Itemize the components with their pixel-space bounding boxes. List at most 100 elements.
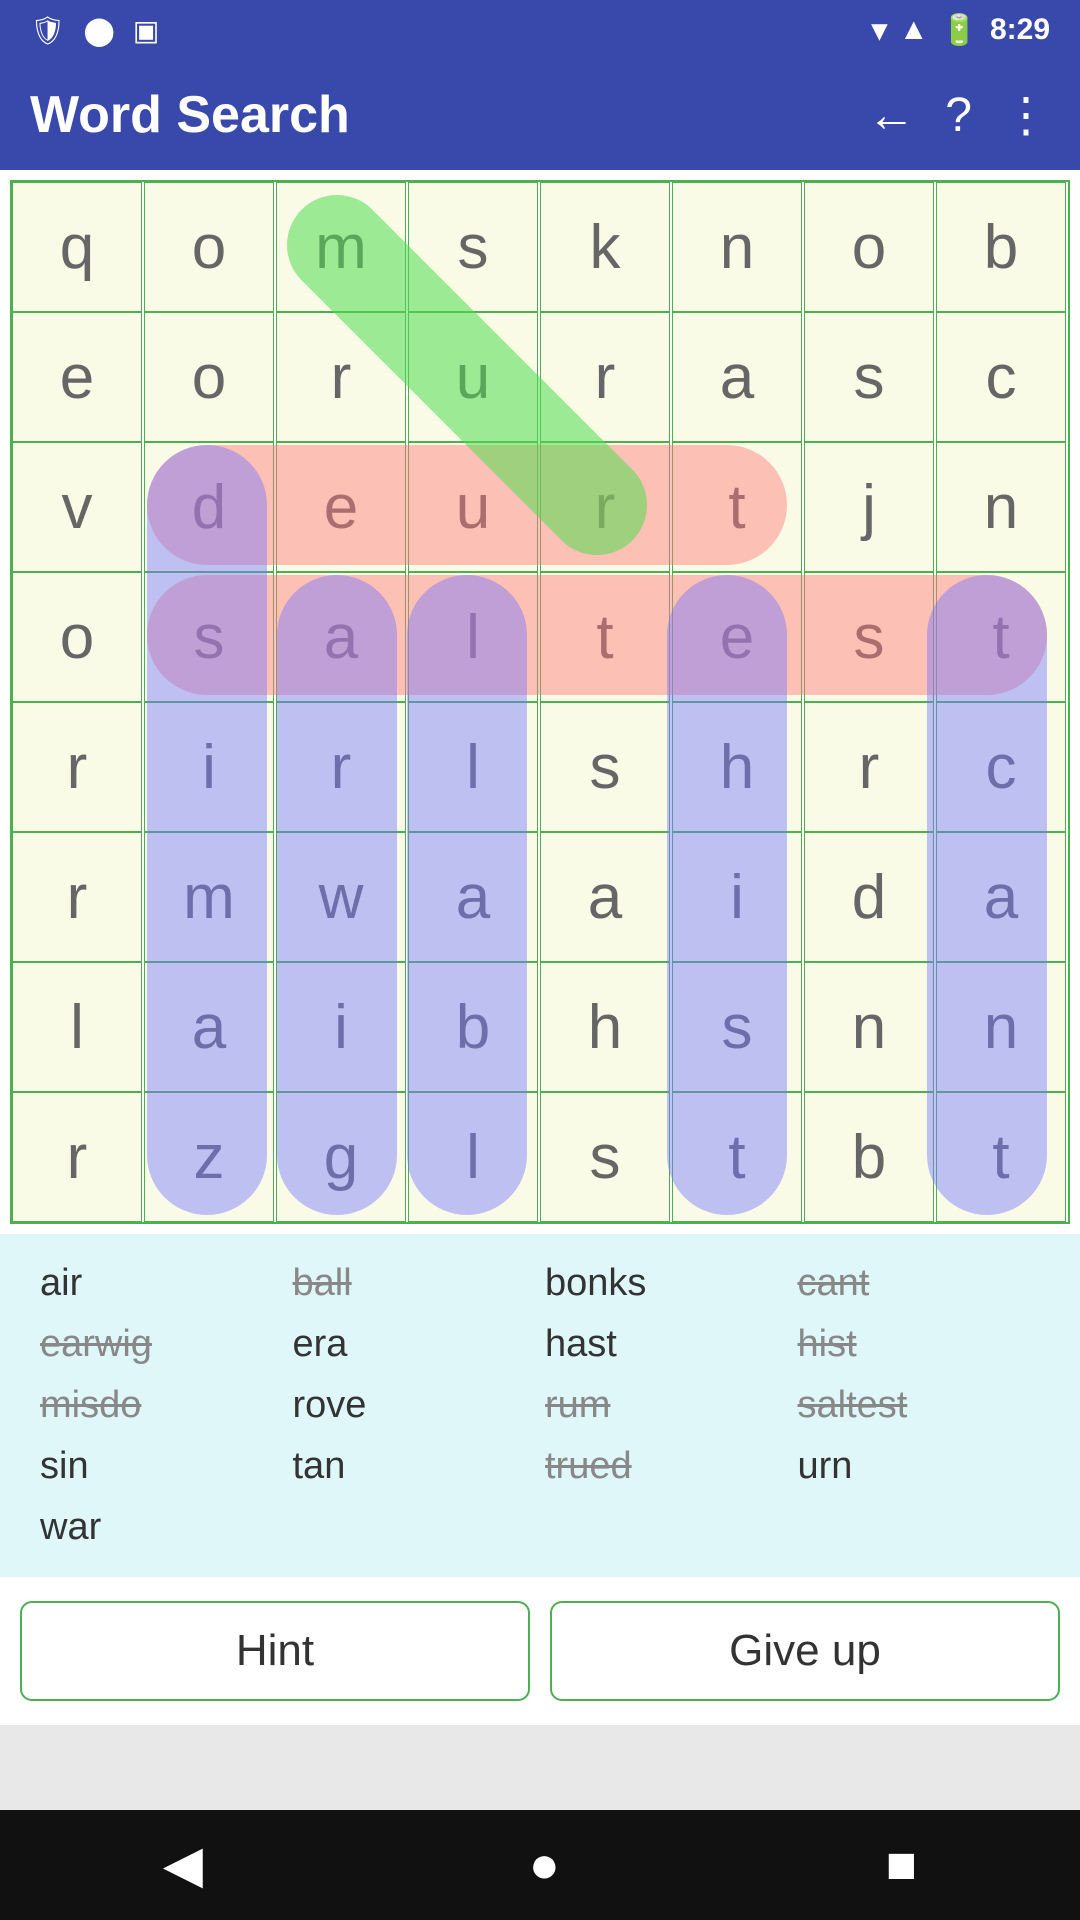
grid-cell[interactable]: l <box>408 1092 538 1222</box>
grid-cell[interactable]: e <box>672 572 802 702</box>
grid-cell[interactable]: w <box>276 832 406 962</box>
grid-cell[interactable]: r <box>804 702 934 832</box>
grid-cell[interactable]: n <box>672 182 802 312</box>
grid-cell[interactable]: a <box>144 962 274 1092</box>
word-item: tan <box>293 1445 536 1488</box>
grid-cell[interactable]: o <box>144 182 274 312</box>
grid-cell[interactable]: r <box>276 312 406 442</box>
grid-cell[interactable]: h <box>540 962 670 1092</box>
grid-cell[interactable]: r <box>12 1092 142 1222</box>
grid-cell[interactable]: n <box>936 442 1066 572</box>
grid-cell[interactable]: s <box>540 1092 670 1222</box>
more-icon[interactable]: ⋮ <box>1002 87 1050 143</box>
grid-cell[interactable]: d <box>804 832 934 962</box>
grid-cell[interactable]: c <box>936 312 1066 442</box>
grid-cell[interactable]: r <box>540 442 670 572</box>
word-list: airballbonkscantearwigerahasthistmisdoro… <box>0 1234 1080 1577</box>
grid-cell[interactable]: a <box>672 312 802 442</box>
grid-cell[interactable]: l <box>12 962 142 1092</box>
grid-cell[interactable]: r <box>12 832 142 962</box>
grid-cell[interactable]: m <box>144 832 274 962</box>
grid-cell[interactable]: r <box>12 702 142 832</box>
grid-cell[interactable]: a <box>408 832 538 962</box>
word-item: hast <box>545 1323 788 1366</box>
word-item: urn <box>798 1445 1041 1488</box>
word-item: era <box>293 1323 536 1366</box>
grid-cell[interactable]: b <box>804 1092 934 1222</box>
back-icon[interactable]: ← <box>867 88 915 143</box>
grid-cell[interactable]: t <box>672 1092 802 1222</box>
grid-cell[interactable]: g <box>276 1092 406 1222</box>
grid-cell[interactable]: d <box>144 442 274 572</box>
word-item: trued <box>545 1445 788 1488</box>
word-item: ball <box>293 1262 536 1305</box>
grid-cell[interactable]: c <box>936 702 1066 832</box>
word-item: air <box>40 1262 283 1305</box>
shield-icon: 🛡 <box>30 14 66 47</box>
word-grid: qomsknobeorurascvdeurtjnosaltestrirlshrc… <box>10 180 1070 1224</box>
grid-cell[interactable]: a <box>936 832 1066 962</box>
grid-cell[interactable]: b <box>936 182 1066 312</box>
grid-cell[interactable]: n <box>936 962 1066 1092</box>
word-item: misdo <box>40 1384 283 1427</box>
buttons-row: Hint Give up <box>0 1577 1080 1725</box>
grid-cell[interactable]: i <box>144 702 274 832</box>
word-item: rum <box>545 1384 788 1427</box>
grid-cell[interactable]: q <box>12 182 142 312</box>
home-nav-icon[interactable]: ● <box>529 1835 560 1895</box>
circle-icon: ⬤ <box>84 14 115 47</box>
grid-cell[interactable]: b <box>408 962 538 1092</box>
nav-bar: ◀ ● ■ <box>0 1810 1080 1920</box>
grid-cell[interactable]: s <box>540 702 670 832</box>
grid-cell[interactable]: k <box>540 182 670 312</box>
grid-cell[interactable]: i <box>276 962 406 1092</box>
grid-cell[interactable]: s <box>804 312 934 442</box>
word-item: earwig <box>40 1323 283 1366</box>
back-nav-icon[interactable]: ◀ <box>163 1835 203 1895</box>
word-item: rove <box>293 1384 536 1427</box>
grid-cell[interactable]: t <box>672 442 802 572</box>
signal-icon: ▲ <box>899 13 929 47</box>
status-right: ▾ ▲ 🔋 8:29 <box>872 13 1050 48</box>
grid-cell[interactable]: s <box>804 572 934 702</box>
word-list-grid: airballbonkscantearwigerahasthistmisdoro… <box>40 1262 1040 1549</box>
grid-cell[interactable]: t <box>936 572 1066 702</box>
grid-cell[interactable]: j <box>804 442 934 572</box>
grid-cell[interactable]: a <box>540 832 670 962</box>
grid-cell[interactable]: s <box>144 572 274 702</box>
grid-cell[interactable]: u <box>408 312 538 442</box>
grid-cell[interactable]: v <box>12 442 142 572</box>
grid-cell[interactable]: u <box>408 442 538 572</box>
app-title: Word Search <box>30 85 867 145</box>
grid-cell[interactable]: e <box>12 312 142 442</box>
grid-cell[interactable]: m <box>276 182 406 312</box>
grid-cell[interactable]: o <box>144 312 274 442</box>
grid-cell[interactable]: o <box>12 572 142 702</box>
grid-cell[interactable]: e <box>276 442 406 572</box>
grid-cell[interactable]: o <box>804 182 934 312</box>
grid-cell[interactable]: l <box>408 702 538 832</box>
grid-cell[interactable]: z <box>144 1092 274 1222</box>
word-item: bonks <box>545 1262 788 1305</box>
grid-cell[interactable]: h <box>672 702 802 832</box>
time: 8:29 <box>990 13 1050 47</box>
hint-button[interactable]: Hint <box>20 1601 530 1701</box>
grid-cell[interactable]: i <box>672 832 802 962</box>
grid-cell[interactable]: n <box>804 962 934 1092</box>
grid-cell[interactable]: r <box>540 312 670 442</box>
grid-cell[interactable]: l <box>408 572 538 702</box>
word-item: war <box>40 1506 283 1549</box>
grid-cell[interactable]: t <box>540 572 670 702</box>
grid-cell[interactable]: r <box>276 702 406 832</box>
help-icon[interactable]: ? <box>945 88 972 143</box>
grid-cell[interactable]: s <box>672 962 802 1092</box>
app-bar-icons: ← ? ⋮ <box>867 87 1050 143</box>
give-up-button[interactable]: Give up <box>550 1601 1060 1701</box>
word-item: sin <box>40 1445 283 1488</box>
battery-icon: 🔋 <box>941 13 978 48</box>
recent-nav-icon[interactable]: ■ <box>886 1835 917 1895</box>
grid-cell[interactable]: t <box>936 1092 1066 1222</box>
status-bar: 🛡 ⬤ ▣ ▾ ▲ 🔋 8:29 <box>0 0 1080 60</box>
grid-cell[interactable]: a <box>276 572 406 702</box>
grid-cell[interactable]: s <box>408 182 538 312</box>
